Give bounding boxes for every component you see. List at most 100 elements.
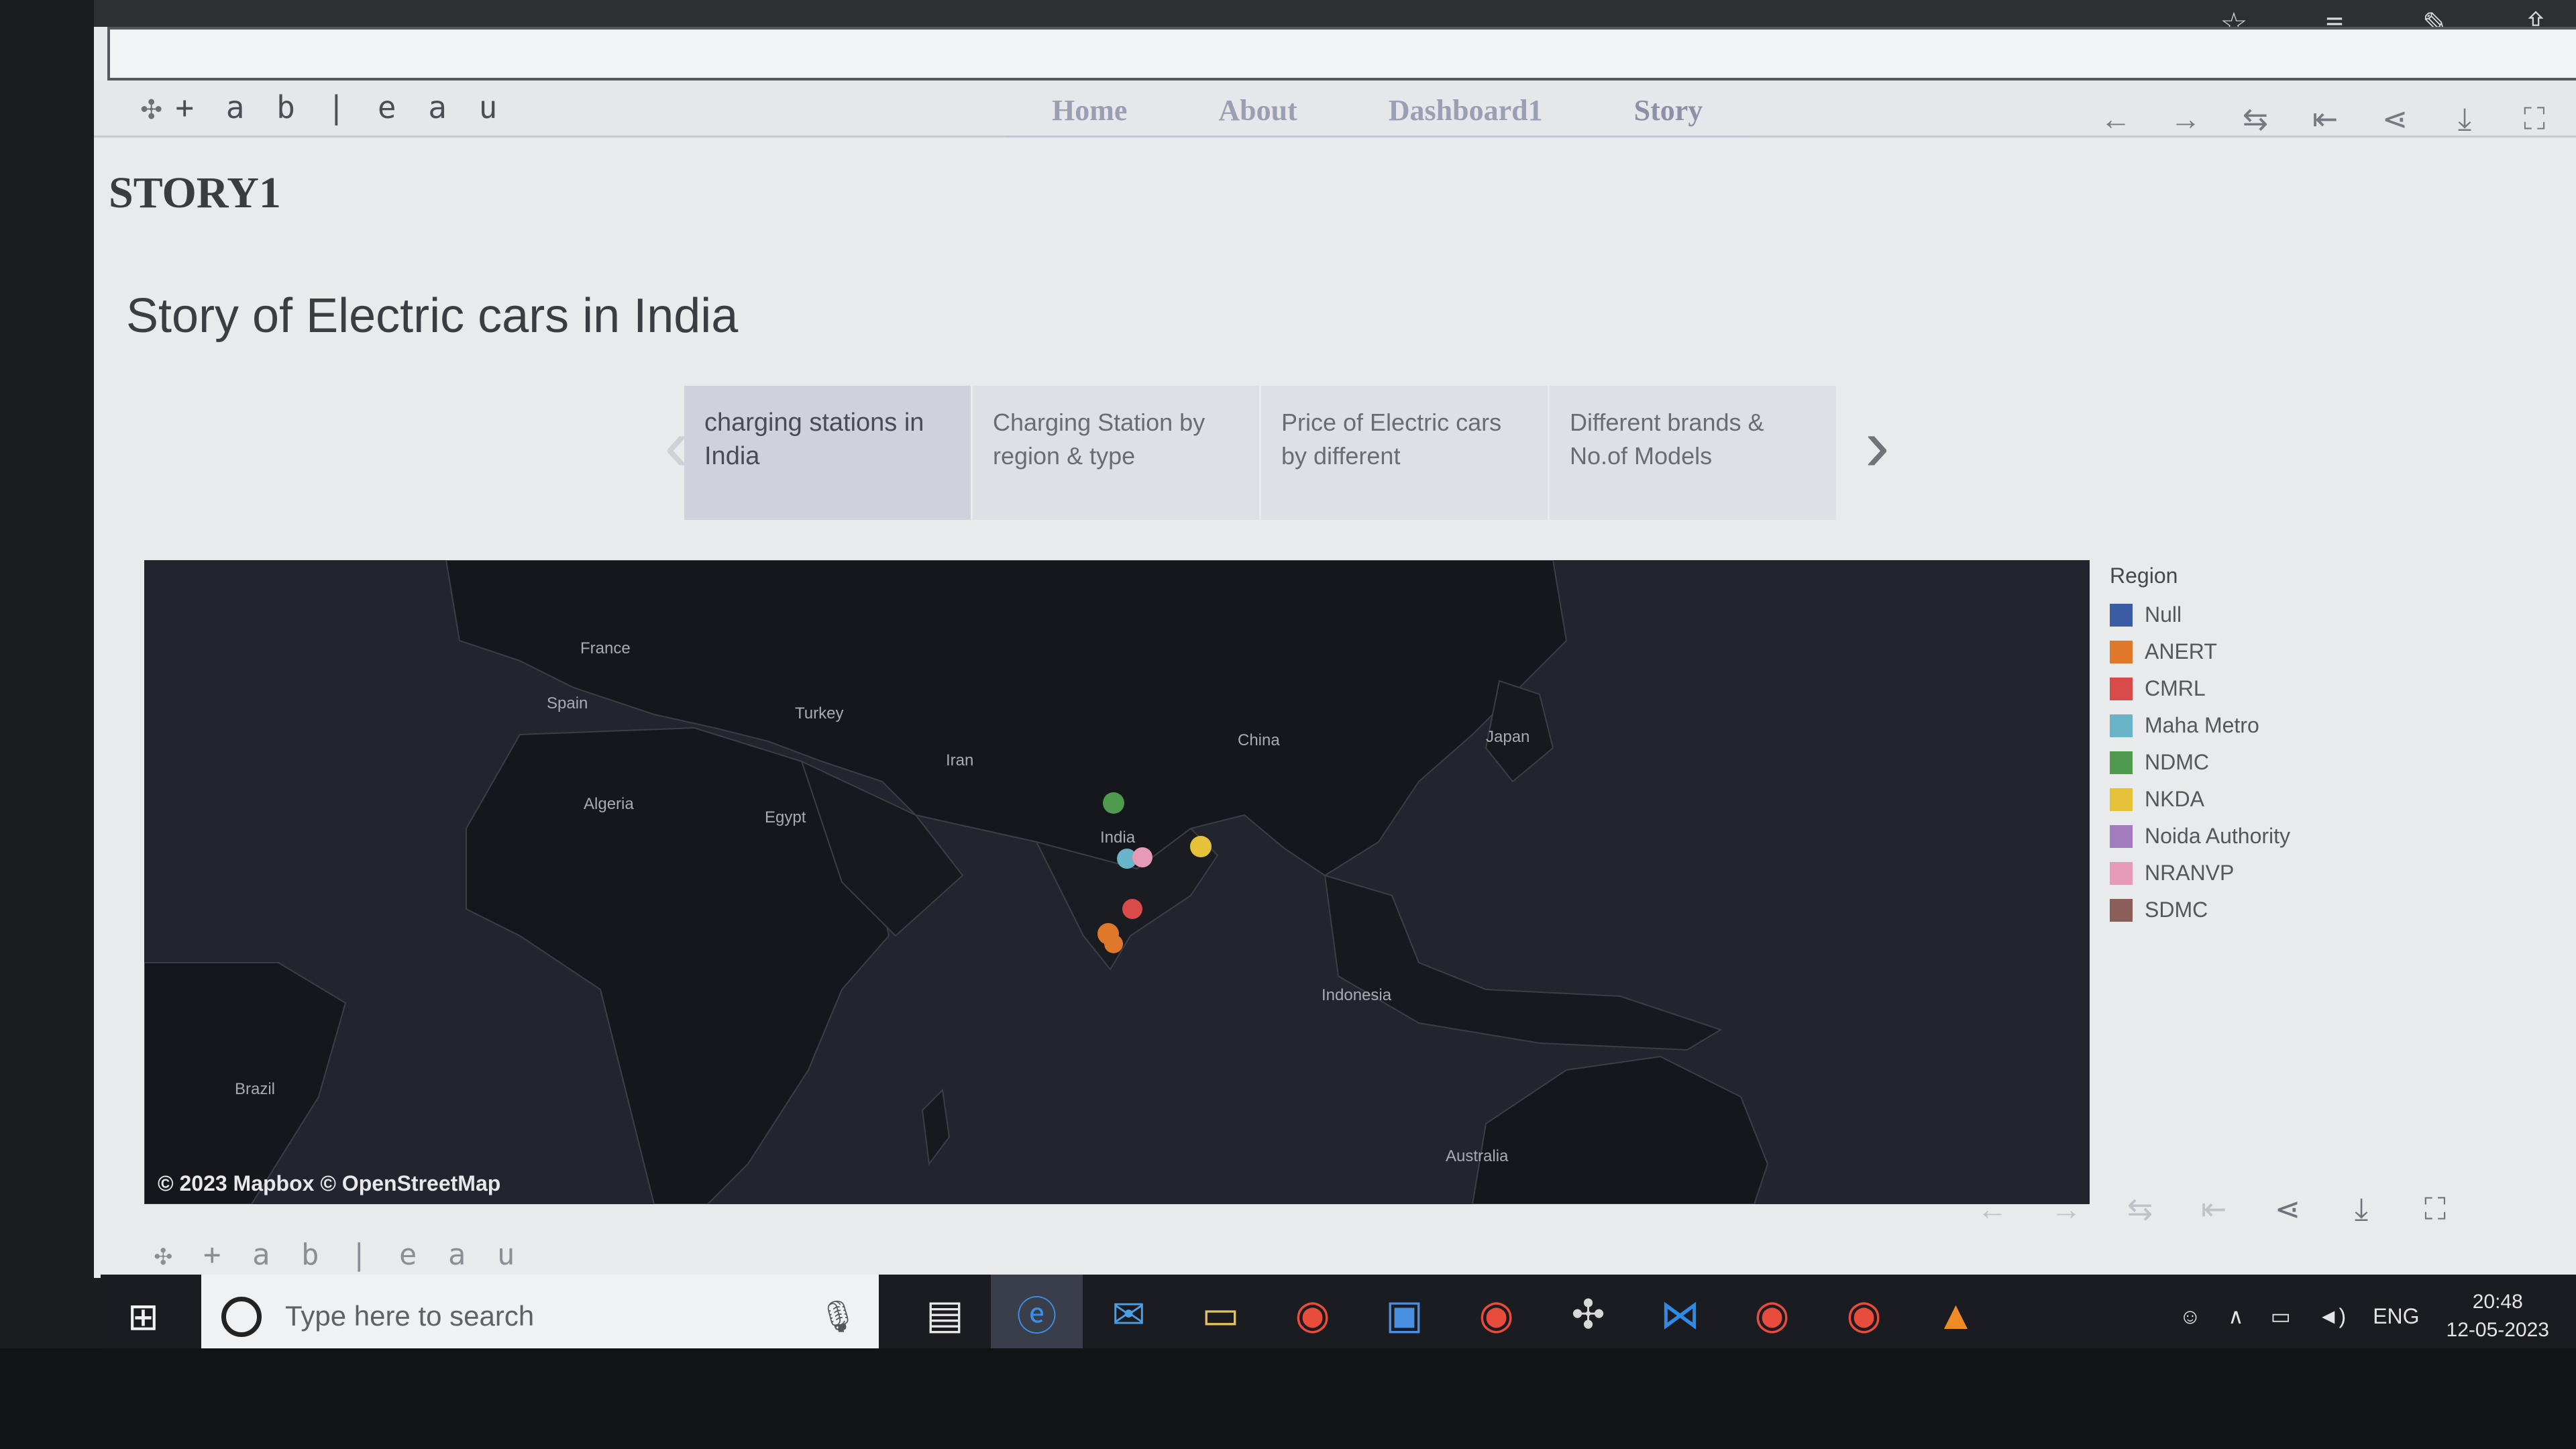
download-icon[interactable]: ⤓ [2341,1191,2381,1228]
story-label: STORY1 [109,168,281,217]
search-placeholder[interactable]: Type here to search [285,1300,534,1332]
map-point-nkda [1190,836,1212,857]
people-icon[interactable]: ☺ [2180,1304,2202,1329]
reset-icon[interactable]: ⇤ [2194,1191,2234,1228]
document-icon[interactable]: ▣ [1358,1275,1450,1355]
undo-icon[interactable]: ← [1972,1191,2012,1228]
legend-item[interactable]: Null [2110,596,2290,633]
tableau-logo-icon: ✣ [154,1238,179,1272]
redo-icon[interactable]: → [2046,1191,2086,1228]
legend-swatch [2110,898,2133,922]
nav-dashboard1[interactable]: Dashboard1 [1343,87,1589,136]
tableau-app-icon[interactable]: ✣ [1542,1275,1634,1355]
top-nav: Home About Dashboard1 Story [1006,87,1749,141]
revert-icon[interactable]: ⇆ [2120,1191,2160,1228]
legend-swatch [2110,788,2133,811]
redo-icon[interactable]: → [2164,101,2207,138]
chrome-icon[interactable]: ◉ [1450,1275,1542,1355]
browser-window: ☆ ≡ ✎ ⇪ ✣ + a b | e a u Home About Dashb… [94,0,2576,1278]
nav-home[interactable]: Home [1006,87,1173,136]
monitor-bezel-bottom [0,1348,2576,1449]
legend-swatch [2110,640,2133,663]
map-label: China [1238,731,1280,749]
nav-story[interactable]: Story [1589,87,1749,136]
file-explorer-icon[interactable]: ▭ [1175,1275,1267,1355]
vscode-icon[interactable]: ⋈ [1634,1275,1726,1355]
map-point-cmrl [1122,899,1142,919]
map-label: India [1100,828,1136,847]
chrome-icon[interactable]: ◉ [1726,1275,1818,1355]
story-title: Story of Electric cars in India [126,289,739,343]
battery-icon[interactable]: ▭ [2271,1303,2291,1329]
story-point[interactable]: Price of Electric cars by different [1261,386,1550,520]
map-point-ndmc [1103,792,1124,814]
mail-icon[interactable]: ✉ [1083,1275,1175,1355]
story-point[interactable]: Different brands & No.of Models [1550,386,1838,520]
vlc-icon[interactable]: ▲ [1910,1275,2002,1355]
legend-swatch [2110,677,2133,700]
download-icon[interactable]: ⤓ [2443,101,2486,138]
legend-swatch [2110,751,2133,774]
edge-icon[interactable]: ⓔ [991,1275,1083,1355]
nav-about[interactable]: About [1173,87,1342,136]
legend-item[interactable]: ANERT [2110,633,2290,670]
legend-item[interactable]: SDMC [2110,892,2290,928]
tableau-toolbar: ← → ⇆ ⇤ ⋖ ⤓ ⛶ [2094,101,2556,138]
chevron-up-icon[interactable]: ∧ [2228,1303,2243,1329]
legend-item[interactable]: NKDA [2110,781,2290,818]
map-label: Turkey [795,704,844,722]
clock[interactable]: 20:48 12-05-2023 [2447,1288,2549,1344]
fullscreen-icon[interactable]: ⛶ [2513,101,2556,138]
story-content: STORY1 Story of Electric cars in India ‹… [94,138,2576,1278]
map-label: Japan [1486,728,1530,746]
story-points: charging stations in India Charging Stat… [684,386,1838,520]
address-bar[interactable] [107,27,2576,80]
tableau-logo: ✣ + a b | e a u [141,87,504,127]
map-credit: © 2023 Mapbox © OpenStreetMap [158,1171,501,1195]
undo-icon[interactable]: ← [2094,101,2137,138]
fullscreen-icon[interactable]: ⛶ [2415,1191,2455,1228]
map-label: Australia [1446,1147,1509,1165]
legend-item[interactable]: NDMC [2110,744,2290,781]
microphone-icon[interactable]: 🎙 [818,1298,857,1335]
footer-tableau-logo: ✣ + a b | e a u [154,1238,522,1272]
chrome-icon[interactable]: ◉ [1818,1275,1910,1355]
clock-date: 12-05-2023 [2446,1319,2549,1341]
taskbar-search[interactable]: Type here to search 🎙 [201,1275,879,1355]
reset-icon[interactable]: ⇤ [2304,101,2347,138]
tableau-logo-icon: ✣ [141,87,169,127]
map-point-anert-2 [1104,934,1123,953]
map-label: France [580,639,631,657]
map-label: Spain [547,694,588,712]
legend-swatch [2110,714,2133,737]
legend-title: Region [2110,564,2178,588]
map-label: Algeria [584,795,634,813]
revert-icon[interactable]: ⇆ [2234,101,2277,138]
language-indicator[interactable]: ENG [2373,1304,2419,1329]
browser-titlebar: ☆ ≡ ✎ ⇪ [94,0,2576,41]
next-point-icon[interactable]: › [1865,402,1890,488]
volume-icon[interactable]: ◄) [2318,1304,2346,1329]
task-view-icon[interactable]: ▤ [899,1275,991,1355]
cortana-icon[interactable] [221,1297,262,1337]
system-tray: ☺ ∧ ▭ ◄) ENG 20:48 12-05-2023 [2180,1288,2549,1344]
legend-swatch [2110,824,2133,848]
legend-item[interactable]: Maha Metro [2110,707,2290,744]
share-icon[interactable]: ⋖ [2267,1191,2308,1228]
monitor-bezel [0,0,101,1449]
legend-item[interactable]: NRANVP [2110,855,2290,892]
legend-swatch [2110,603,2133,627]
story-point[interactable]: charging stations in India [684,386,973,520]
story-point[interactable]: Charging Station by region & type [973,386,1261,520]
map-point-nranvp [1132,847,1152,867]
map-background [144,560,2090,1204]
map-view[interactable]: France Spain Turkey Algeria Egypt Iran I… [144,560,2090,1204]
legend-item[interactable]: CMRL [2110,670,2290,707]
legend-item[interactable]: Noida Authority [2110,818,2290,855]
map-label: Indonesia [1322,986,1392,1004]
legend-swatch [2110,861,2133,885]
bottom-toolbar: ← → ⇆ ⇤ ⋖ ⤓ ⛶ [1972,1191,2455,1228]
windows-start-icon[interactable]: ⊞ [127,1295,159,1339]
share-icon[interactable]: ⋖ [2373,101,2416,138]
chrome-icon[interactable]: ◉ [1267,1275,1358,1355]
